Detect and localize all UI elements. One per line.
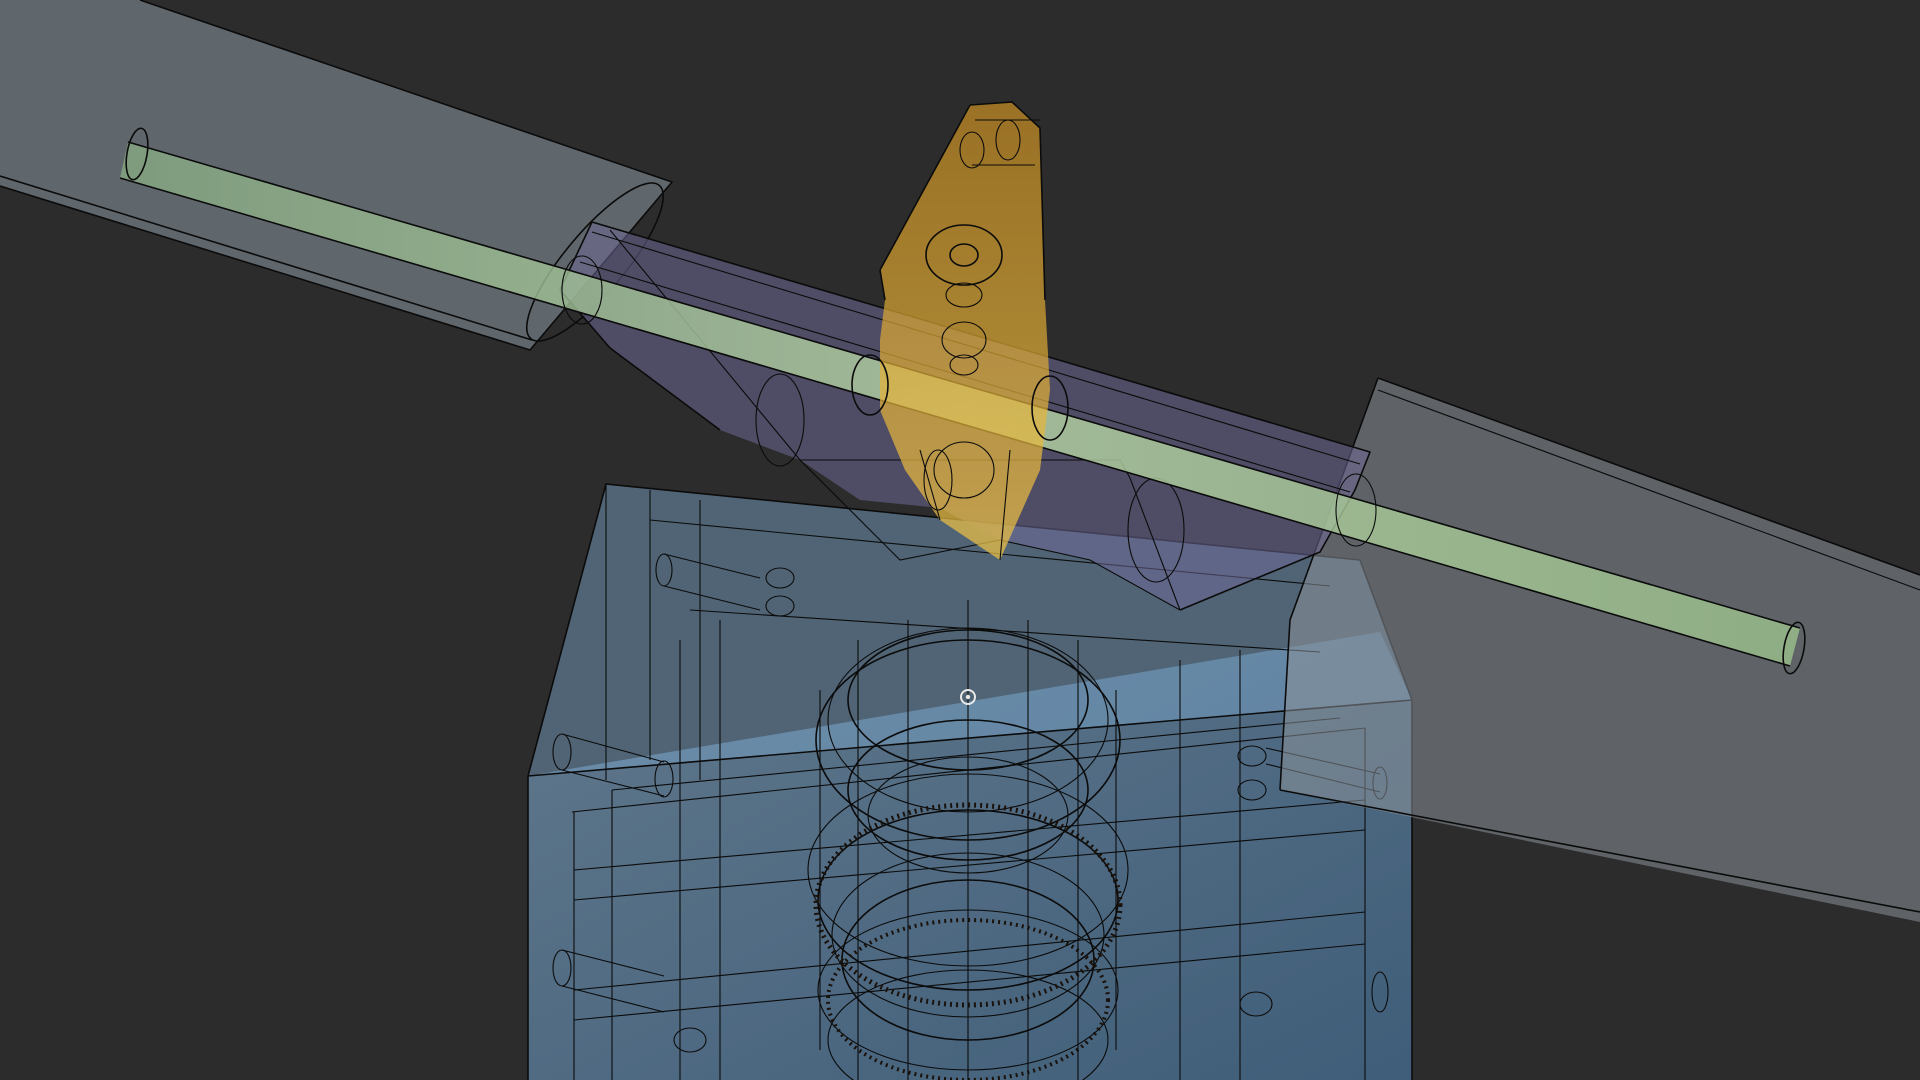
3d-viewport[interactable] (0, 0, 1920, 1080)
scene-canvas[interactable] (0, 0, 1920, 1080)
